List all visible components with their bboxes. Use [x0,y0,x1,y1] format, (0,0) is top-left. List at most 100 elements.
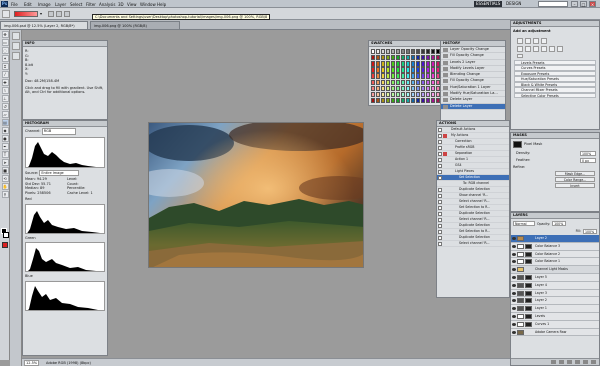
new-layer-icon[interactable] [583,360,588,364]
color-swatch[interactable] [411,85,416,91]
color-swatch[interactable] [376,85,381,91]
color-swatch[interactable] [431,85,436,91]
curves-icon[interactable] [533,37,539,44]
layer-row[interactable]: Layer 1 [511,305,599,313]
radial-gradient-icon[interactable] [56,11,62,17]
color-swatch[interactable] [386,67,391,73]
color-swatch[interactable] [381,73,386,79]
color-swatch[interactable] [426,73,431,79]
toggle-checkbox[interactable] [438,152,442,156]
toggle-checkbox[interactable] [438,170,442,174]
color-swatch[interactable] [391,49,396,55]
gradient-tool-icon-active[interactable]: ▤ [1,119,9,126]
crop-tool-icon[interactable]: ⌗ [1,63,9,70]
color-swatch[interactable] [401,67,406,73]
color-swatch[interactable] [416,49,421,55]
toggle-checkbox[interactable] [438,140,442,144]
color-swatch[interactable] [396,67,401,73]
color-swatch[interactable] [381,97,386,104]
color-swatch[interactable] [426,97,431,104]
blend-mode-select[interactable]: Normal [513,221,535,226]
color-swatch[interactable] [396,79,401,85]
color-swatch[interactable] [406,67,411,73]
color-swatch[interactable] [381,61,386,67]
color-swatch[interactable] [411,97,416,104]
color-swatch[interactable] [391,67,396,73]
visibility-eye-icon[interactable] [512,244,516,248]
gradient-tool-icon[interactable] [2,10,10,18]
toggle-checkbox[interactable] [438,176,442,180]
toggle-checkbox[interactable] [438,212,442,216]
toggle-checkbox[interactable] [438,134,442,138]
color-swatch[interactable] [401,61,406,67]
shape-tool-icon[interactable]: ■ [1,167,9,174]
layer-row[interactable]: Layer 4 [511,281,599,290]
menu-layer[interactable]: Layer [55,2,66,7]
color-swatch[interactable] [401,79,406,85]
color-swatch[interactable] [376,73,381,79]
layer-row[interactable]: Levels [511,312,599,321]
color-swatch[interactable] [421,85,426,91]
trash-icon[interactable] [591,360,596,364]
chevron-down-icon[interactable]: ▾ [40,11,44,17]
workspace-design-button[interactable]: DESIGN [506,1,521,7]
color-swatch[interactable] [401,73,406,79]
visibility-eye-icon[interactable] [512,260,516,264]
color-swatch[interactable] [406,55,411,61]
healing-brush-tool-icon[interactable]: ✚ [1,79,9,86]
color-swatch[interactable] [376,91,381,98]
hand-tool-icon[interactable]: ✋ [1,183,9,190]
magic-wand-tool-icon[interactable]: ✶ [1,55,9,62]
menu-file[interactable]: File [11,2,18,7]
minimize-button[interactable]: – [571,1,578,7]
source-select[interactable]: Entire Image [39,169,80,176]
layer-row[interactable]: Layer 3 [511,289,599,298]
invert-button[interactable]: Invert [555,182,595,188]
layer-row[interactable]: Color Balance 1 [511,258,599,267]
eyedropper-tool-icon[interactable]: ⁄ [1,71,9,78]
color-swatch[interactable] [406,97,411,104]
fill-field[interactable]: 100% [583,228,597,234]
color-swatch[interactable] [411,91,416,98]
color-swatch[interactable] [371,79,376,85]
color-swatch[interactable] [371,73,376,79]
visibility-eye-icon[interactable] [512,283,516,287]
toggle-checkbox[interactable] [438,206,442,210]
link-layers-icon[interactable] [551,360,556,364]
color-swatch[interactable] [416,97,421,104]
color-swatch[interactable] [391,55,396,61]
color-swatch[interactable] [396,97,401,104]
brush-tool-icon[interactable]: ⌇ [1,87,9,94]
color-swatch[interactable] [426,55,431,61]
layer-row[interactable]: Layer 5 [511,273,599,282]
eraser-tool-icon[interactable]: ▱ [1,111,9,118]
color-swatch[interactable] [376,61,381,67]
dodge-tool-icon[interactable]: ● [1,135,9,142]
color-swatch[interactable] [381,67,386,73]
layer-group-row[interactable]: Channel Light Masks [511,266,599,274]
menu-image[interactable]: Image [38,2,51,7]
color-swatch[interactable] [381,49,386,55]
color-swatch[interactable] [431,97,436,104]
menu-filter[interactable]: Filter [86,2,96,7]
menu-window[interactable]: Window [140,2,156,7]
history-item-current[interactable]: Delete Layer [441,103,505,110]
color-swatch[interactable] [381,79,386,85]
toggle-checkbox[interactable] [438,128,442,132]
channel-select[interactable]: RGB [41,128,76,135]
color-swatch[interactable] [386,85,391,91]
color-swatch[interactable] [376,97,381,104]
color-swatch[interactable] [391,85,396,91]
feather-field[interactable]: 0 px [580,158,596,163]
color-swatch[interactable] [431,79,436,85]
type-tool-icon[interactable]: T [1,151,9,158]
color-swatch[interactable] [406,73,411,79]
brightness-contrast-icon[interactable] [517,37,523,44]
tab-document-png[interactable]: img-006.png @ 100% (RGB/8) [90,21,180,30]
document-canvas-image[interactable] [148,122,364,268]
color-swatch[interactable] [431,55,436,61]
swatch-grid[interactable] [371,49,441,105]
path-selection-tool-icon[interactable]: ➤ [1,159,9,166]
toggle-checkbox[interactable] [438,188,442,192]
menu-3d[interactable]: 3D [118,2,124,7]
